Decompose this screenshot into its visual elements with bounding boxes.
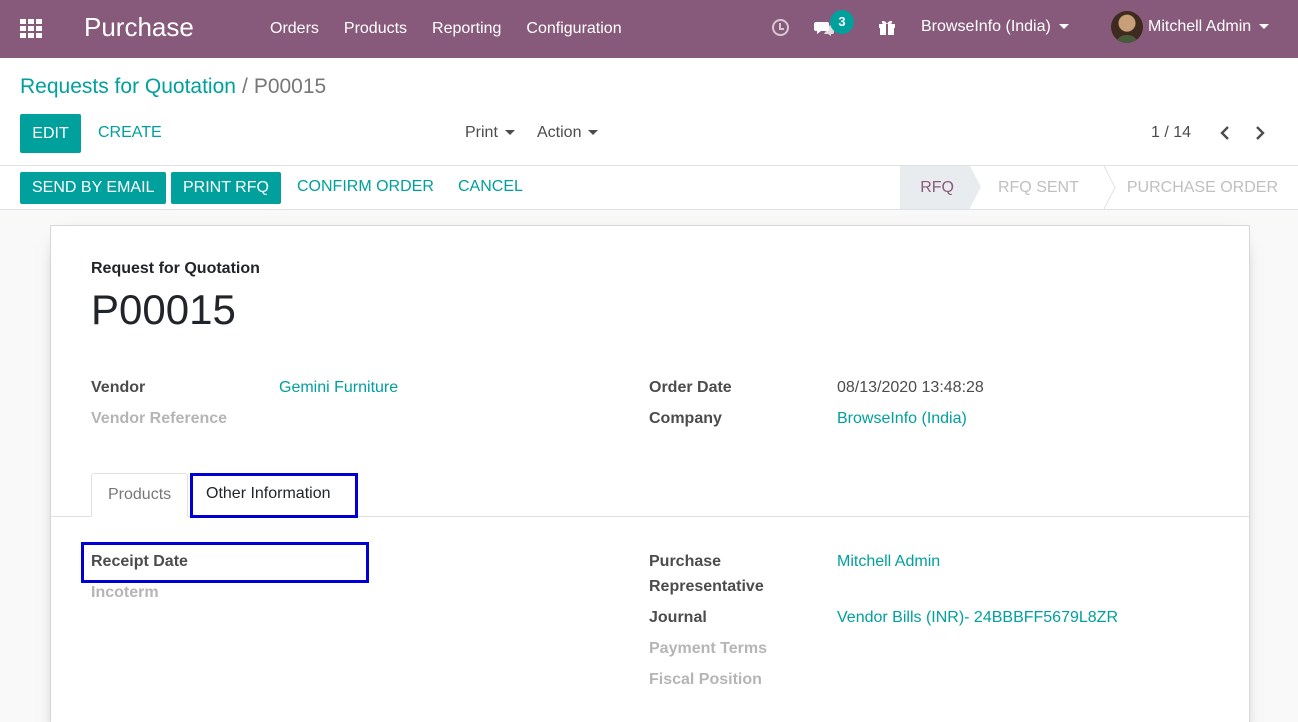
top-navbar: Purchase Orders Products Reporting Confi… (0, 0, 1298, 58)
vendor-value[interactable]: Gemini Furniture (279, 379, 398, 397)
stage-rfq-sent[interactable]: RFQ SENT (970, 166, 1099, 209)
form-sheet: Request for Quotation P00015 Vendor Gemi… (50, 225, 1250, 722)
breadcrumb-separator: / (241, 75, 248, 98)
menu-products[interactable]: Products (344, 20, 407, 38)
action-dropdown[interactable]: Action (537, 124, 599, 142)
cancel-button[interactable]: CANCEL (458, 178, 523, 196)
chevron-down-icon (588, 130, 599, 136)
main-menu: Orders Products Reporting Configuration (270, 0, 647, 58)
chevron-down-icon (1058, 24, 1069, 30)
print-dropdown-label: Print (465, 124, 498, 141)
company-switcher[interactable]: BrowseInfo (India) (921, 18, 1069, 36)
stage-separator-chevron (1104, 166, 1116, 209)
purchase-representative-label-line1: Purchase (649, 553, 722, 570)
vendor-label: Vendor (91, 379, 146, 396)
breadcrumb-current: P00015 (253, 75, 327, 98)
app-brand[interactable]: Purchase (84, 12, 194, 43)
vendor-reference-label: Vendor Reference (91, 410, 228, 427)
pager-previous-icon[interactable] (1218, 126, 1232, 140)
tab-highlight-box (190, 473, 358, 518)
receipt-date-highlight-box (81, 542, 369, 583)
action-dropdown-label: Action (537, 124, 582, 141)
order-date-label: Order Date (649, 379, 732, 396)
confirm-order-button[interactable]: CONFIRM ORDER (297, 178, 434, 196)
journal-label: Journal (649, 609, 707, 626)
company-value[interactable]: BrowseInfo (India) (837, 410, 967, 428)
send-by-email-button[interactable]: SEND BY EMAIL (20, 172, 167, 204)
status-stages: RFQ RFQ SENT PURCHASE ORDER (900, 166, 1298, 209)
activity-clock-icon[interactable] (772, 19, 789, 36)
pager-value[interactable]: 1 / 14 (1151, 124, 1191, 142)
incoterm-label: Incoterm (91, 584, 159, 601)
chevron-down-icon (504, 130, 515, 136)
fiscal-position-label: Fiscal Position (649, 671, 762, 688)
menu-configuration[interactable]: Configuration (526, 20, 621, 38)
payment-terms-label: Payment Terms (649, 640, 767, 657)
breadcrumb-parent[interactable]: Requests for Quotation (20, 75, 236, 98)
form-statusbar: SEND BY EMAIL PRINT RFQ CONFIRM ORDER CA… (0, 166, 1298, 210)
user-avatar[interactable] (1111, 11, 1143, 43)
messages-count-badge: 3 (830, 10, 854, 34)
tab-products[interactable]: Products (91, 473, 189, 517)
print-rfq-button[interactable]: PRINT RFQ (171, 172, 281, 204)
breadcrumb: Requests for Quotation / P00015 (20, 75, 326, 99)
chevron-down-icon (1259, 24, 1270, 30)
company-label: Company (649, 410, 722, 427)
pager-next-icon[interactable] (1253, 126, 1267, 140)
edit-button[interactable]: EDIT (20, 114, 81, 153)
order-date-value: 08/13/2020 13:48:28 (837, 379, 984, 396)
print-dropdown[interactable]: Print (465, 124, 515, 142)
gift-icon[interactable] (878, 18, 896, 36)
user-menu[interactable]: Mitchell Admin (1148, 18, 1270, 36)
user-name: Mitchell Admin (1148, 18, 1252, 35)
company-switcher-label: BrowseInfo (India) (921, 18, 1051, 35)
menu-reporting[interactable]: Reporting (432, 20, 501, 38)
stage-rfq[interactable]: RFQ (900, 166, 981, 209)
document-type-label: Request for Quotation (91, 260, 260, 277)
apps-menu-icon[interactable] (20, 19, 42, 38)
control-panel: Requests for Quotation / P00015 EDIT CREAT… (0, 58, 1298, 166)
purchase-representative-label-line2: Representative (649, 578, 764, 595)
journal-value[interactable]: Vendor Bills (INR)- 24BBBFF5679L8ZR (837, 609, 1118, 627)
menu-orders[interactable]: Orders (270, 20, 319, 38)
create-button[interactable]: CREATE (98, 124, 162, 142)
document-name: P00015 (91, 286, 236, 333)
purchase-representative-value[interactable]: Mitchell Admin (837, 553, 940, 571)
stage-purchase-order[interactable]: PURCHASE ORDER (1099, 166, 1298, 209)
